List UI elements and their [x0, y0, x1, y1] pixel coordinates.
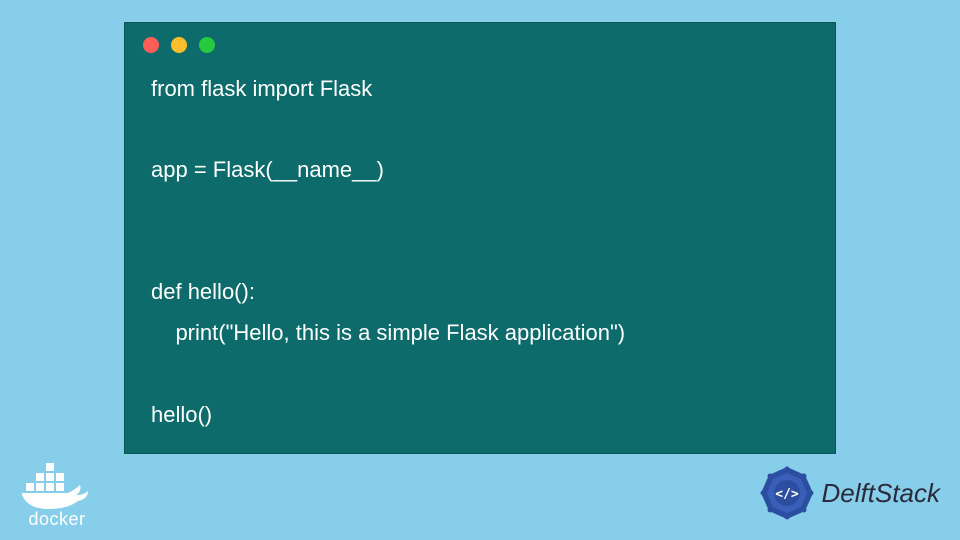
code-line: hello()	[151, 402, 212, 427]
docker-whale-icon	[18, 461, 96, 511]
minimize-dot-icon	[171, 37, 187, 53]
docker-label: docker	[18, 509, 96, 530]
code-line: def hello():	[151, 279, 255, 304]
code-line: app = Flask(__name__)	[151, 157, 384, 182]
delftstack-logo: </> DelftStack	[758, 464, 941, 522]
svg-text:</>: </>	[775, 487, 799, 502]
maximize-dot-icon	[199, 37, 215, 53]
docker-logo: docker	[18, 461, 96, 530]
delftstack-label: DelftStack	[822, 478, 941, 509]
code-window: from flask import Flask app = Flask(__na…	[124, 22, 836, 454]
close-dot-icon	[143, 37, 159, 53]
delftstack-badge-icon: </>	[758, 464, 816, 522]
code-line: print("Hello, this is a simple Flask app…	[151, 320, 625, 345]
window-controls	[125, 23, 835, 61]
code-line: from flask import Flask	[151, 76, 372, 101]
code-body: from flask import Flask app = Flask(__na…	[125, 61, 835, 455]
